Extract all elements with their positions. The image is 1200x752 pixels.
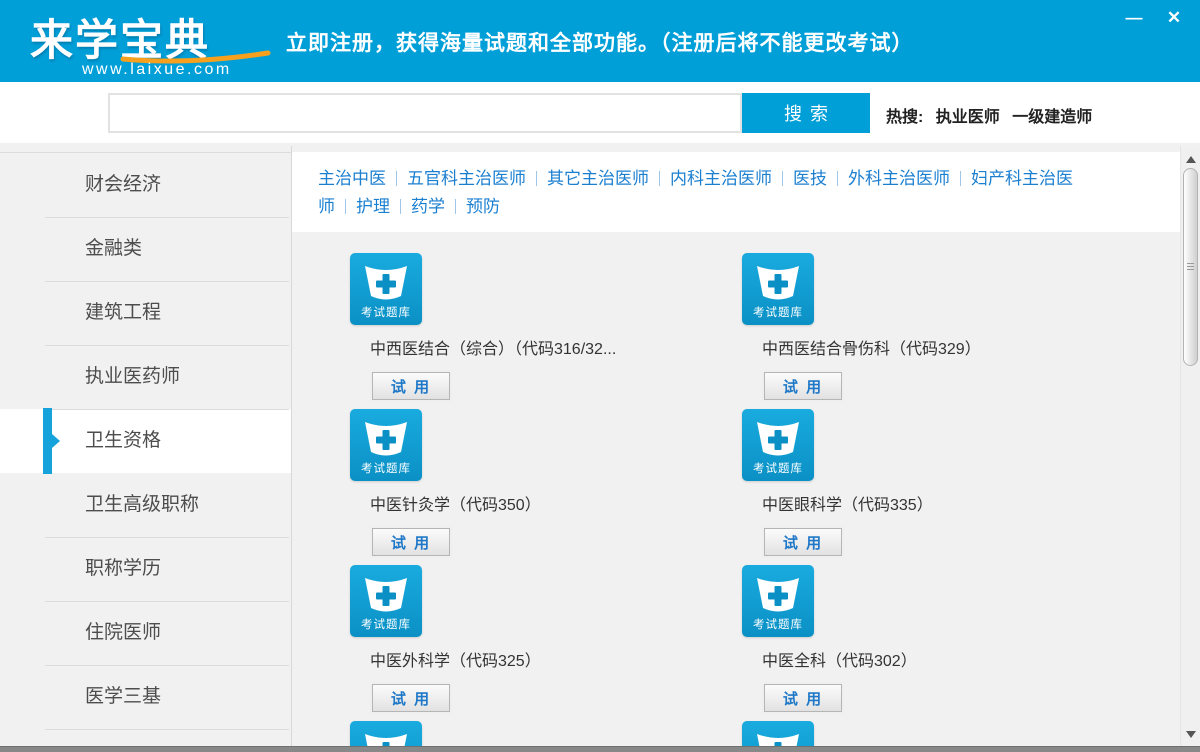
- sidebar-item-4[interactable]: 卫生资格: [0, 409, 291, 473]
- tile-badge-label: 考试题库: [350, 460, 422, 476]
- exam-card-title: 中医针灸学（代码350）: [370, 491, 690, 515]
- search-input[interactable]: [108, 93, 742, 133]
- question-bank-tile[interactable]: 考试题库: [350, 253, 422, 325]
- sidebar-item-6[interactable]: 职称学历: [0, 537, 291, 601]
- question-bank-tile[interactable]: 考试题库: [742, 409, 814, 481]
- trial-button[interactable]: 试 用: [764, 684, 842, 712]
- tab-5[interactable]: 外科主治医师: [848, 169, 950, 188]
- scrollbar-grip-icon: [1187, 263, 1194, 271]
- question-bank-tile[interactable]: 考试题库: [350, 565, 422, 637]
- app-logo: 来学宝典 www.laixue.com: [28, 4, 258, 80]
- hot-search: 热搜: 执业医师 一级建造师: [886, 103, 1092, 127]
- search-button[interactable]: 搜索: [742, 93, 870, 133]
- sidebar-item-label: 职称学历: [85, 537, 161, 601]
- exam-card-title: 中西医结合骨伤科（代码329）: [762, 335, 1082, 359]
- search-bar: 搜索 热搜: 执业医师 一级建造师: [0, 82, 1200, 143]
- tab-separator: [455, 199, 456, 214]
- trial-button[interactable]: 试 用: [764, 372, 842, 400]
- hot-search-term-0[interactable]: 执业医师: [936, 109, 1000, 126]
- sidebar-item-label: 卫生资格: [85, 409, 161, 473]
- tab-8[interactable]: 药学: [411, 197, 445, 216]
- tab-1[interactable]: 五官科主治医师: [407, 169, 526, 188]
- sidebar-content-divider: [291, 146, 292, 752]
- trial-button[interactable]: 试 用: [372, 528, 450, 556]
- sidebar-item-5[interactable]: 卫生高级职称: [0, 473, 291, 537]
- exam-card-3: 考试题库 中医眼科学（代码335） 试 用: [742, 409, 1082, 556]
- tab-0[interactable]: 主治中医: [318, 169, 386, 188]
- tab-7[interactable]: 护理: [356, 197, 390, 216]
- exam-card-title: 中西医结合（综合）（代码316/32...: [370, 335, 690, 359]
- sidebar-items: 财会经济 金融类 建筑工程 执业医药师 卫生资格 卫生高级职称 职称学历 住院医…: [0, 153, 291, 729]
- vertical-scrollbar[interactable]: [1180, 146, 1200, 746]
- exam-card-title: 中医外科学（代码325）: [370, 647, 690, 671]
- hot-search-label: 热搜:: [886, 109, 923, 126]
- trial-button[interactable]: 试 用: [372, 372, 450, 400]
- category-tabs: 主治中医五官科主治医师其它主治医师内科主治医师医技外科主治医师妇产科主治医师护理…: [318, 165, 1080, 221]
- tab-separator: [659, 171, 660, 186]
- hot-search-term-1[interactable]: 一级建造师: [1012, 109, 1092, 126]
- tab-separator: [400, 199, 401, 214]
- minimize-button[interactable]: —: [1120, 5, 1148, 31]
- tab-separator: [536, 171, 537, 186]
- tile-badge-label: 考试题库: [742, 460, 814, 476]
- register-promo-text: 立即注册，获得海量试题和全部功能。（注册后将不能更改考试）: [286, 27, 914, 57]
- scroll-up-arrow-icon[interactable]: [1186, 156, 1196, 163]
- tab-2[interactable]: 其它主治医师: [547, 169, 649, 188]
- exam-card-5: 考试题库 中医全科（代码302） 试 用: [742, 565, 1082, 712]
- tile-badge-label: 考试题库: [742, 304, 814, 320]
- sidebar: 财会经济 金融类 建筑工程 执业医药师 卫生资格 卫生高级职称 职称学历 住院医…: [0, 152, 291, 752]
- medical-cap-icon: [350, 568, 422, 616]
- tab-9[interactable]: 预防: [466, 197, 500, 216]
- active-item-indicator: [43, 408, 52, 474]
- sidebar-item-label: 财会经济: [85, 153, 161, 217]
- sidebar-item-1[interactable]: 金融类: [0, 217, 291, 281]
- trial-button[interactable]: 试 用: [372, 684, 450, 712]
- question-bank-tile[interactable]: 考试题库: [742, 565, 814, 637]
- tile-badge-label: 考试题库: [350, 304, 422, 320]
- medical-cap-icon: [350, 412, 422, 460]
- exam-card-4: 考试题库 中医外科学（代码325） 试 用: [350, 565, 690, 712]
- window-bottom-edge: [0, 746, 1200, 752]
- sidebar-item-0[interactable]: 财会经济: [0, 153, 291, 217]
- tab-separator: [837, 171, 838, 186]
- scroll-down-arrow-icon[interactable]: [1186, 731, 1196, 738]
- tile-badge-label: 考试题库: [742, 616, 814, 632]
- tile-badge-label: 考试题库: [350, 616, 422, 632]
- sidebar-item-label: 建筑工程: [85, 281, 161, 345]
- medical-cap-icon: [350, 256, 422, 304]
- medical-cap-icon: [742, 412, 814, 460]
- close-button[interactable]: ✕: [1160, 5, 1188, 31]
- trial-button[interactable]: 试 用: [764, 528, 842, 556]
- app-logo-url: www.laixue.com: [82, 61, 232, 79]
- sidebar-item-3[interactable]: 执业医药师: [0, 345, 291, 409]
- medical-cap-icon: [742, 256, 814, 304]
- sidebar-item-2[interactable]: 建筑工程: [0, 281, 291, 345]
- tab-4[interactable]: 医技: [793, 169, 827, 188]
- sidebar-item-label: 住院医师: [85, 601, 161, 665]
- question-bank-tile[interactable]: 考试题库: [742, 253, 814, 325]
- sidebar-item-label: 执业医药师: [85, 345, 180, 409]
- sidebar-item-7[interactable]: 住院医师: [0, 601, 291, 665]
- exam-card-title: 中医眼科学（代码335）: [762, 491, 1082, 515]
- category-tabs-panel: 主治中医五官科主治医师其它主治医师内科主治医师医技外科主治医师妇产科主治医师护理…: [292, 152, 1180, 232]
- tab-separator: [396, 171, 397, 186]
- sidebar-item-8[interactable]: 医学三基: [0, 665, 291, 729]
- tab-3[interactable]: 内科主治医师: [670, 169, 772, 188]
- sidebar-item-label: 金融类: [85, 217, 142, 281]
- sidebar-separator: [45, 729, 289, 730]
- exam-card-2: 考试题库 中医针灸学（代码350） 试 用: [350, 409, 690, 556]
- exam-card-title: 中医全科（代码302）: [762, 647, 1082, 671]
- tab-separator: [345, 199, 346, 214]
- title-bar: 来学宝典 www.laixue.com 立即注册，获得海量试题和全部功能。（注册…: [0, 0, 1200, 82]
- question-bank-tile[interactable]: 考试题库: [350, 409, 422, 481]
- tab-separator: [960, 171, 961, 186]
- sidebar-item-label: 卫生高级职称: [85, 473, 199, 537]
- medical-cap-icon: [742, 568, 814, 616]
- exam-card-1: 考试题库 中西医结合骨伤科（代码329） 试 用: [742, 253, 1082, 400]
- scrollbar-thumb[interactable]: [1183, 168, 1198, 366]
- sidebar-item-label: 医学三基: [85, 665, 161, 729]
- exam-card-0: 考试题库 中西医结合（综合）（代码316/32... 试 用: [350, 253, 690, 400]
- tab-separator: [782, 171, 783, 186]
